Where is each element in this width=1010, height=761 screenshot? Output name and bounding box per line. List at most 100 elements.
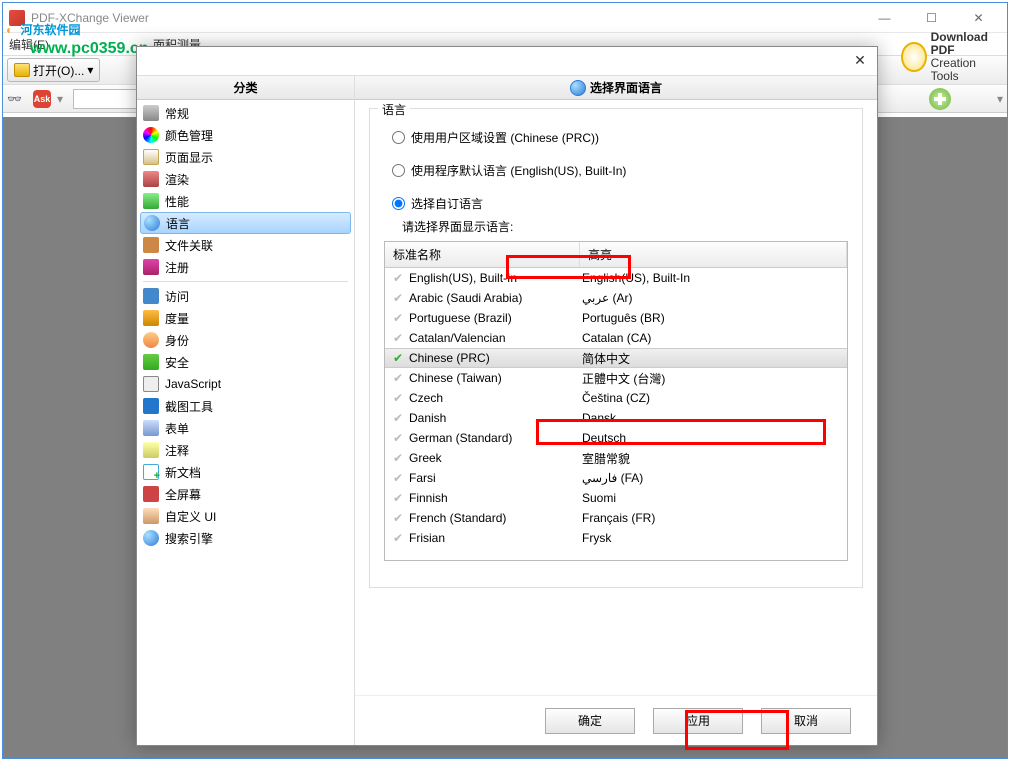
sidebar-item-1[interactable]: 颜色管理 (137, 124, 354, 146)
preferences-dialog: ✕ 分类 常规颜色管理页面显示渲染性能语言文件关联注册访问度量身份安全JavaS… (136, 46, 878, 746)
lang-native: 简体中文 (582, 350, 847, 367)
sidebar-item-label: 搜索引擎 (165, 530, 213, 547)
sidebar-item-20[interactable]: 搜索引擎 (137, 527, 354, 549)
language-row[interactable]: ✔Catalan/ValencianCatalan (CA) (385, 328, 847, 348)
sidebar-item-6[interactable]: 文件关联 (137, 234, 354, 256)
lang-name: Chinese (Taiwan) (407, 371, 582, 385)
sidebar-item-11[interactable]: 身份 (137, 329, 354, 351)
sidebar-item-label: 表单 (165, 420, 189, 437)
cancel-button[interactable]: 取消 (761, 708, 851, 734)
sidebar-item-0[interactable]: 常规 (137, 102, 354, 124)
sidebar-item-10[interactable]: 度量 (137, 307, 354, 329)
check-icon: ✔ (389, 291, 407, 305)
sidebar-item-7[interactable]: 注册 (137, 256, 354, 278)
radio-choose-custom[interactable]: 选择自订语言 (392, 195, 848, 212)
col-highlight[interactable]: 高亮 (580, 242, 847, 267)
chevron-down-icon: ▾ (87, 63, 93, 77)
ic-visit-icon (143, 288, 159, 304)
ic-js-icon (143, 376, 159, 392)
choose-language-label: 请选择界面显示语言: (402, 218, 848, 235)
ask-icon[interactable]: Ask (33, 90, 51, 108)
sidebar-item-label: 常规 (165, 105, 189, 122)
sidebar-item-2[interactable]: 页面显示 (137, 146, 354, 168)
maximize-button[interactable]: ☐ (909, 4, 954, 32)
sidebar-item-label: 度量 (165, 310, 189, 327)
check-icon: ✔ (389, 471, 407, 485)
language-row[interactable]: ✔French (Standard)Français (FR) (385, 508, 847, 528)
check-icon: ✔ (389, 331, 407, 345)
ic-page-icon (143, 149, 159, 165)
ok-button[interactable]: 确定 (545, 708, 635, 734)
sidebar-item-19[interactable]: 自定义 UI (137, 505, 354, 527)
language-row[interactable]: ✔DanishDansk (385, 408, 847, 428)
sidebar-item-17[interactable]: 新文档 (137, 461, 354, 483)
glasses-icon[interactable]: 👓 (7, 93, 27, 105)
language-row[interactable]: ✔English(US), Built-InEnglish(US), Built… (385, 268, 847, 288)
globe-icon (570, 80, 586, 96)
sidebar-item-label: 语言 (166, 215, 190, 232)
sidebar-item-label: 访问 (165, 288, 189, 305)
sidebar-item-14[interactable]: 截图工具 (137, 395, 354, 417)
check-icon: ✔ (389, 431, 407, 445)
sidebar-item-15[interactable]: 表单 (137, 417, 354, 439)
lang-name: Greek (407, 451, 582, 465)
language-row[interactable]: ✔Arabic (Saudi Arabia)عربي (Ar) (385, 288, 847, 308)
lang-name: German (Standard) (407, 431, 582, 445)
language-row[interactable]: ✔FrisianFrysk (385, 528, 847, 548)
radio-use-locale[interactable]: 使用用户区域设置 (Chinese (PRC)) (392, 129, 848, 146)
lang-name: Frisian (407, 531, 582, 545)
chevron-down-icon[interactable]: ▾ (57, 92, 63, 106)
sidebar-item-16[interactable]: 注释 (137, 439, 354, 461)
open-button[interactable]: 打开(O)... ▾ (7, 58, 100, 82)
close-button[interactable]: ✕ (956, 4, 1001, 32)
language-row[interactable]: ✔Chinese (Taiwan)正體中文 (台灣) (385, 368, 847, 388)
sidebar-item-label: 新文档 (165, 464, 201, 481)
language-row[interactable]: ✔CzechČeština (CZ) (385, 388, 847, 408)
language-row[interactable]: ✔Farsiفارسي (FA) (385, 468, 847, 488)
sidebar-item-label: 注释 (165, 442, 189, 459)
language-row[interactable]: ✔Chinese (PRC)简体中文 (385, 348, 847, 368)
radio-input-custom[interactable] (392, 197, 405, 210)
sidebar-item-label: 全屏幕 (165, 486, 201, 503)
sidebar-item-3[interactable]: 渲染 (137, 168, 354, 190)
sidebar-item-4[interactable]: 性能 (137, 190, 354, 212)
dialog-close-button[interactable]: ✕ (851, 51, 869, 69)
sidebar-item-label: 性能 (165, 193, 189, 210)
language-row[interactable]: ✔FinnishSuomi (385, 488, 847, 508)
language-row[interactable]: ✔German (Standard)Deutsch (385, 428, 847, 448)
radio-input-locale[interactable] (392, 131, 405, 144)
apply-button[interactable]: 应用 (653, 708, 743, 734)
hand-cursor-icon (901, 42, 927, 72)
lang-native: Frysk (582, 531, 847, 545)
language-table[interactable]: 标准名称 高亮 ✔English(US), Built-InEnglish(US… (384, 241, 848, 561)
lang-name: Finnish (407, 491, 582, 505)
titlebar: PDF-XChange Viewer — ☐ ✕ (3, 3, 1007, 33)
menu-edit[interactable]: 编辑(E) (9, 36, 49, 53)
chevron-down-icon[interactable]: ▾ (997, 92, 1003, 106)
col-standard-name[interactable]: 标准名称 (385, 242, 580, 267)
sidebar-item-18[interactable]: 全屏幕 (137, 483, 354, 505)
ic-assoc-icon (143, 237, 159, 253)
ic-gear-icon (143, 105, 159, 121)
radio-use-default[interactable]: 使用程序默认语言 (English(US), Built-In) (392, 162, 848, 179)
sidebar-item-5[interactable]: 语言 (140, 212, 351, 234)
sidebar-item-13[interactable]: JavaScript (137, 373, 354, 395)
minimize-button[interactable]: — (862, 4, 907, 32)
language-row[interactable]: ✔Portuguese (Brazil)Português (BR) (385, 308, 847, 328)
download-pdf-tools-badge[interactable]: Download PDFCreation Tools (901, 37, 1001, 77)
check-icon: ✔ (389, 371, 407, 385)
lang-native: Catalan (CA) (582, 331, 847, 345)
ic-sec-icon (143, 354, 159, 370)
radio-input-default[interactable] (392, 164, 405, 177)
sidebar-item-9[interactable]: 访问 (137, 285, 354, 307)
table-header: 标准名称 高亮 (385, 242, 847, 268)
language-fieldset: 语言 使用用户区域设置 (Chinese (PRC)) 使用程序默认语言 (En… (369, 108, 863, 588)
language-row[interactable]: ✔Greek室腊常貌 (385, 448, 847, 468)
check-icon: ✔ (389, 311, 407, 325)
sidebar-item-label: 截图工具 (165, 398, 213, 415)
lang-name: Portuguese (Brazil) (407, 311, 582, 325)
sidebar-item-label: 页面显示 (165, 149, 213, 166)
add-button[interactable] (929, 88, 951, 110)
ic-lang-icon (144, 215, 160, 231)
sidebar-item-12[interactable]: 安全 (137, 351, 354, 373)
